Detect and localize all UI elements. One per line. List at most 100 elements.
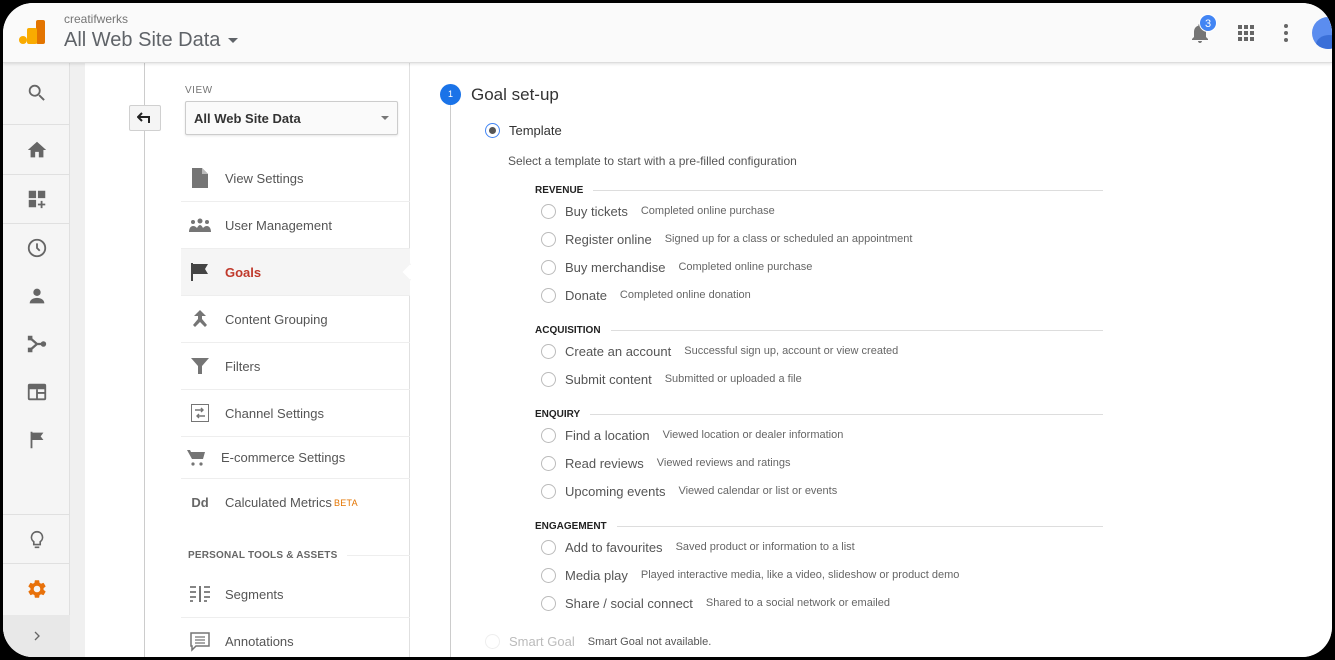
section-title: PERSONAL TOOLS & ASSETS	[188, 550, 338, 561]
option-desc: Completed online purchase	[678, 261, 813, 273]
nav-item-label: Segments	[225, 586, 284, 602]
arrow-back-icon	[137, 112, 150, 123]
goal-option[interactable]: Read reviews Viewed reviews and ratings	[535, 449, 1103, 477]
smart-goal-option: Smart Goal Smart Goal not available.	[485, 634, 711, 649]
admin-view-panel: VIEW All Web Site Data View Settings Use…	[85, 63, 420, 657]
radio[interactable]	[541, 539, 556, 555]
search-icon	[28, 84, 45, 101]
category-title: ENQUIRY	[535, 407, 1103, 421]
merge-icon	[193, 310, 207, 327]
goal-option[interactable]: Buy merchandise Completed online purchase	[535, 253, 1103, 281]
caret-down-icon	[381, 116, 389, 120]
radio[interactable]	[541, 203, 556, 219]
rail-insights[interactable]	[3, 516, 70, 564]
analytics-logo-icon[interactable]	[18, 18, 46, 46]
goal-option[interactable]: Upcoming events Viewed calendar or list o…	[535, 477, 1103, 505]
nav-item-label: Goals	[225, 264, 262, 280]
back-button[interactable]	[129, 105, 161, 131]
rail-realtime[interactable]	[3, 224, 70, 272]
nav-item-label: View Settings	[225, 170, 304, 186]
option-desc: Played interactive media, like a video, …	[640, 569, 960, 581]
radio[interactable]	[541, 595, 556, 611]
option-desc: Successful sign up, account or view crea…	[684, 345, 899, 357]
option-name: Read reviews	[565, 455, 644, 471]
nav-item-segments[interactable]: Segments	[181, 571, 410, 618]
nav-item-label: Content Grouping	[225, 311, 328, 327]
goal-option[interactable]: Find a location Viewed location or dealer…	[535, 421, 1103, 449]
property-selector[interactable]: All Web Site Data	[64, 29, 239, 52]
template-description: Select a template to start with a pre-fi…	[508, 154, 797, 168]
radio[interactable]	[541, 455, 556, 471]
behavior-icon	[27, 383, 46, 401]
goal-option[interactable]: Media play Played interactive media, like…	[535, 561, 1103, 589]
option-name: Buy tickets	[565, 203, 628, 219]
radio[interactable]	[541, 231, 556, 247]
nav-item-ecommerce-settings[interactable]: E-commerce Settings	[181, 437, 410, 479]
nav-item-annotations[interactable]: Annotations	[181, 618, 410, 657]
radio[interactable]	[541, 287, 556, 303]
radio[interactable]	[541, 343, 556, 359]
nav-item-label: E-commerce Settings	[221, 450, 346, 465]
smart-goal-desc: Smart Goal not available.	[587, 635, 712, 648]
nav-item-filters[interactable]: Filters	[181, 343, 410, 390]
person-icon	[29, 288, 44, 304]
category-title: REVENUE	[535, 183, 1103, 197]
home-icon	[27, 141, 46, 158]
rail-conversions[interactable]	[3, 416, 70, 464]
rail-acquisition[interactable]	[3, 320, 70, 368]
nav-item-channel-settings[interactable]: Channel Settings	[181, 390, 410, 437]
nav-item-label: Calculated Metrics	[225, 495, 332, 510]
rail-customization[interactable]	[3, 175, 70, 223]
goal-option[interactable]: Create an account Successful sign up, acc…	[535, 337, 1103, 365]
property-name: All Web Site Data	[64, 29, 221, 51]
radio[interactable]	[541, 259, 556, 275]
option-desc: Completed online donation	[619, 289, 751, 301]
option-desc: Shared to a social network or emailed	[705, 597, 890, 609]
radio-checked[interactable]	[485, 123, 500, 138]
option-name: Buy merchandise	[565, 259, 666, 275]
category-enquiry: ENQUIRY Find a location Viewed location o…	[535, 407, 1103, 505]
rail-audience[interactable]	[3, 272, 70, 320]
gear-icon	[27, 580, 46, 598]
rail-home[interactable]	[3, 126, 70, 174]
option-desc: Signed up for a class or scheduled an ap…	[664, 233, 913, 245]
radio[interactable]	[541, 427, 556, 443]
option-name: Media play	[565, 567, 628, 583]
goal-option[interactable]: Register online Signed up for a class or …	[535, 225, 1103, 253]
goal-option[interactable]: Donate Completed online donation	[535, 281, 1103, 309]
nav-item-content-grouping[interactable]: Content Grouping	[181, 296, 410, 343]
option-desc: Viewed location or dealer information	[662, 429, 844, 441]
notifications-button[interactable]: 3	[1188, 14, 1217, 45]
radio[interactable]	[541, 567, 556, 583]
rail-expand-button[interactable]	[3, 615, 70, 657]
option-name: Add to favourites	[565, 539, 663, 555]
more-vert-icon[interactable]	[1274, 21, 1298, 45]
flag-icon	[30, 431, 43, 449]
rail-search[interactable]	[3, 69, 70, 117]
panel-connector-line	[144, 63, 145, 657]
goal-option[interactable]: Add to favourites Saved product or inform…	[535, 533, 1103, 561]
rail-behavior[interactable]	[3, 368, 70, 416]
nav-item-calculated-metrics[interactable]: Dd Calculated Metrics BETA	[181, 479, 410, 526]
category-revenue: REVENUE Buy tickets Completed online purc…	[535, 183, 1103, 309]
goal-option[interactable]: Submit content Submitted or uploaded a fi…	[535, 365, 1103, 393]
radio[interactable]	[541, 483, 556, 499]
calculated-icon: Dd	[191, 495, 209, 510]
template-radio-option[interactable]: Template	[485, 123, 562, 138]
goal-option[interactable]: Share / social connect Shared to a social…	[535, 589, 1103, 617]
nav-item-view-settings[interactable]: View Settings	[181, 155, 410, 202]
option-desc: Viewed reviews and ratings	[656, 457, 791, 469]
nav-item-goals[interactable]: Goals	[181, 249, 420, 296]
radio[interactable]	[541, 371, 556, 387]
rail-admin[interactable]	[3, 565, 70, 613]
view-select[interactable]: All Web Site Data	[185, 101, 398, 135]
apps-grid-icon[interactable]	[1234, 21, 1258, 45]
nav-item-label: User Management	[225, 217, 332, 233]
view-select-value: All Web Site Data	[194, 110, 301, 126]
top-header: creatifwerks All Web Site Data 3	[3, 3, 1332, 63]
goal-option[interactable]: Buy tickets Completed online purchase	[535, 197, 1103, 225]
notification-badge: 3	[1199, 14, 1217, 32]
option-desc: Viewed calendar or list or events	[678, 485, 838, 497]
user-avatar[interactable]	[1312, 17, 1332, 49]
nav-item-user-management[interactable]: User Management	[181, 202, 410, 249]
